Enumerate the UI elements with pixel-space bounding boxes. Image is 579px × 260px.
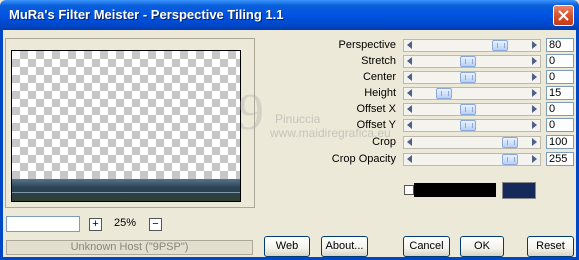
slider-thumb[interactable]: [502, 137, 519, 148]
title-bar: MuRa's Filter Meister - Perspective Tili…: [0, 0, 579, 30]
zoom-field[interactable]: [6, 216, 80, 232]
slider-height[interactable]: [403, 87, 541, 100]
slider-perspective[interactable]: [403, 39, 541, 52]
preview-canvas[interactable]: [11, 50, 241, 202]
slider-thumb[interactable]: [460, 120, 477, 131]
zoom-out-button[interactable]: −: [149, 218, 162, 231]
slider-left-arrow-icon[interactable]: [407, 73, 412, 81]
slider-left-arrow-icon[interactable]: [407, 105, 412, 113]
value-offset-y[interactable]: 0: [546, 118, 574, 132]
slider-offset-y[interactable]: [403, 119, 541, 132]
ok-button[interactable]: OK: [460, 236, 504, 257]
color-swatch-black[interactable]: [414, 183, 496, 197]
param-label-height: Height: [364, 87, 396, 99]
close-icon: [558, 10, 569, 21]
zoom-level: 25%: [114, 217, 137, 229]
param-label-stretch: Stretch: [361, 55, 396, 67]
slider-stretch[interactable]: [403, 55, 541, 68]
slider-crop[interactable]: [403, 136, 541, 149]
host-status: Unknown Host ("9PSP"): [6, 240, 253, 255]
value-crop-opacity[interactable]: 255: [546, 152, 574, 166]
slider-left-arrow-icon[interactable]: [407, 89, 412, 97]
window-title: MuRa's Filter Meister - Perspective Tili…: [9, 7, 284, 22]
slider-right-arrow-icon[interactable]: [532, 138, 537, 146]
slider-offset-x[interactable]: [403, 103, 541, 116]
zoom-in-button[interactable]: +: [89, 218, 102, 231]
slider-thumb[interactable]: [460, 72, 477, 83]
param-label-offset-y: Offset Y: [356, 119, 396, 131]
reset-button[interactable]: Reset: [527, 236, 574, 257]
value-crop[interactable]: 100: [546, 135, 574, 149]
close-button[interactable]: [553, 5, 574, 26]
cancel-button[interactable]: Cancel: [403, 236, 450, 257]
slider-thumb[interactable]: [492, 40, 509, 51]
slider-right-arrow-icon[interactable]: [532, 73, 537, 81]
value-stretch[interactable]: 0: [546, 54, 574, 68]
color-swatch-white[interactable]: [404, 185, 414, 195]
slider-right-arrow-icon[interactable]: [532, 105, 537, 113]
slider-thumb[interactable]: [460, 104, 477, 115]
value-center[interactable]: 0: [546, 70, 574, 84]
slider-left-arrow-icon[interactable]: [407, 138, 412, 146]
about-button[interactable]: About...: [321, 236, 368, 257]
preview-horizon: [12, 192, 240, 193]
preview-floor: [12, 179, 240, 201]
slider-thumb[interactable]: [435, 88, 452, 99]
slider-right-arrow-icon[interactable]: [532, 41, 537, 49]
value-offset-x[interactable]: 0: [546, 102, 574, 116]
param-label-crop: Crop: [372, 136, 396, 148]
param-label-perspective: Perspective: [338, 39, 396, 51]
param-label-crop-opacity: Crop Opacity: [331, 153, 396, 165]
color-swatch-blue[interactable]: [502, 182, 536, 199]
web-button[interactable]: Web: [264, 236, 310, 257]
slider-left-arrow-icon[interactable]: [407, 57, 412, 65]
slider-right-arrow-icon[interactable]: [532, 155, 537, 163]
param-label-offset-x: Offset X: [356, 103, 396, 115]
value-perspective[interactable]: 80: [546, 38, 574, 52]
slider-right-arrow-icon[interactable]: [532, 89, 537, 97]
slider-left-arrow-icon[interactable]: [407, 155, 412, 163]
slider-left-arrow-icon[interactable]: [407, 41, 412, 49]
slider-right-arrow-icon[interactable]: [532, 57, 537, 65]
slider-center[interactable]: [403, 71, 541, 84]
slider-crop-opacity[interactable]: [403, 153, 541, 166]
param-label-center: Center: [362, 71, 396, 83]
value-height[interactable]: 15: [546, 86, 574, 100]
slider-thumb[interactable]: [460, 56, 477, 67]
svg-text:9: 9: [238, 85, 264, 137]
slider-right-arrow-icon[interactable]: [532, 121, 537, 129]
slider-left-arrow-icon[interactable]: [407, 121, 412, 129]
slider-thumb[interactable]: [502, 154, 519, 165]
